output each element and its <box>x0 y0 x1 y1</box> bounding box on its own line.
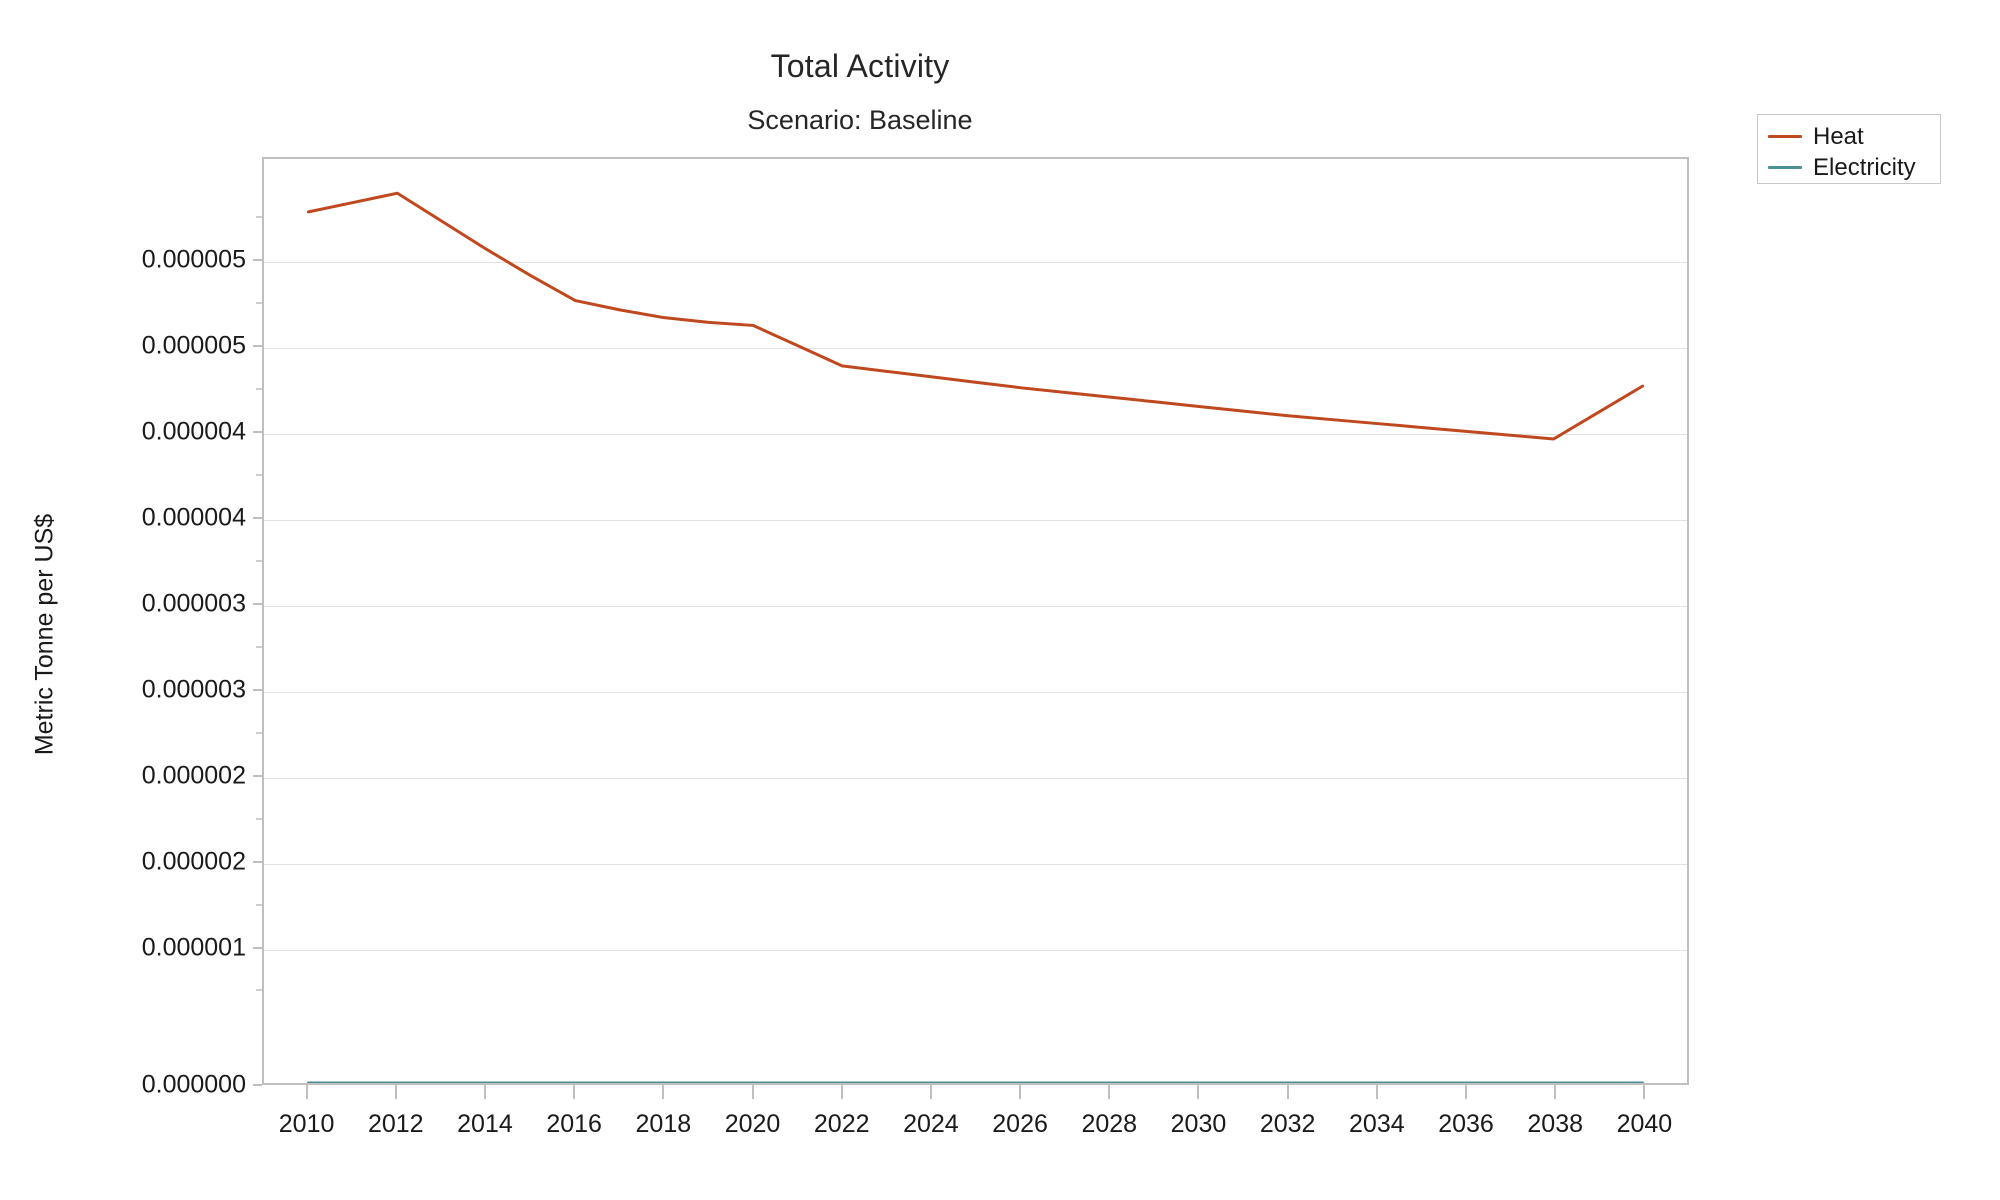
chart-subtitle: Scenario: Baseline <box>747 105 973 135</box>
y-tick-label: 0.000003 <box>141 675 246 704</box>
x-tick-label: 2034 <box>1349 1110 1405 1138</box>
y-tick-label: 0.000004 <box>141 503 246 532</box>
y-tick-mark <box>253 688 262 691</box>
y-tick-mark <box>253 1084 262 1086</box>
chart-page: Total Activity Scenario: Baseline Metric… <box>0 0 2000 1200</box>
y-tick-mark <box>253 946 262 949</box>
x-tick-mark <box>751 1085 754 1099</box>
series-layer <box>306 191 1645 1083</box>
x-tick-mark <box>573 1085 576 1099</box>
y-tick-label: 0.000005 <box>141 331 246 360</box>
x-tick-mark <box>483 1085 486 1099</box>
x-tick-label: 2014 <box>457 1110 513 1138</box>
legend-label: Electricity <box>1813 153 1916 181</box>
x-tick-label: 2040 <box>1616 1110 1673 1138</box>
y-tick-label: 0.000002 <box>141 761 246 790</box>
y-tick-mark <box>253 259 262 262</box>
plot-area <box>262 157 1689 1085</box>
x-tick-label: 2010 <box>278 1110 335 1138</box>
y-tick-mark <box>253 345 262 348</box>
legend-swatch-icon <box>1768 166 1802 169</box>
x-tick-label: 2038 <box>1527 1110 1584 1138</box>
x-tick-mark <box>1375 1085 1378 1099</box>
x-tick-mark <box>1019 1085 1022 1099</box>
y-tick-label: 0.000004 <box>141 417 246 446</box>
x-tick-mark <box>1643 1085 1646 1099</box>
x-tick-label: 2036 <box>1438 1110 1494 1138</box>
y-tick-mark <box>253 774 262 777</box>
legend: Heat Electricity <box>1757 114 1941 184</box>
x-tick-label: 2028 <box>1081 1110 1138 1138</box>
x-tick-mark <box>929 1085 932 1099</box>
x-tick-mark <box>394 1085 397 1099</box>
y-tick-label: 0.000001 <box>141 933 246 962</box>
y-tick-mark <box>253 516 262 519</box>
y-tick-mark <box>253 860 262 863</box>
x-tick-label: 2022 <box>813 1110 870 1138</box>
x-tick-label: 2016 <box>546 1110 602 1138</box>
x-tick-label: 2012 <box>367 1110 424 1138</box>
legend-item-heat[interactable]: Heat <box>1758 121 1940 152</box>
plot-inner <box>264 159 1687 1083</box>
x-tick-mark <box>1108 1085 1111 1099</box>
x-tick-mark <box>1465 1085 1468 1099</box>
legend-label: Heat <box>1813 122 1864 150</box>
series-line <box>306 191 1645 441</box>
y-axis-title: Metric Tonne per US$ <box>30 513 59 756</box>
legend-item-electricity[interactable]: Electricity <box>1758 152 1940 183</box>
x-tick-label: 2026 <box>992 1110 1048 1138</box>
x-tick-mark <box>1554 1085 1557 1099</box>
y-tick-mark <box>253 602 262 605</box>
x-tick-label: 2032 <box>1259 1110 1316 1138</box>
y-tick-label: 0.000002 <box>141 847 246 876</box>
x-tick-mark <box>305 1085 308 1099</box>
x-tick-mark <box>1197 1085 1200 1099</box>
x-tick-label: 2020 <box>724 1110 781 1138</box>
x-tick-label: 2018 <box>635 1110 692 1138</box>
x-tick-label: 2024 <box>903 1110 959 1138</box>
y-tick-mark <box>253 430 262 433</box>
legend-swatch-icon <box>1768 135 1802 138</box>
x-tick-mark <box>1286 1085 1289 1099</box>
y-tick-label: 0.000005 <box>141 245 246 274</box>
y-tick-label: 0.000003 <box>141 589 246 618</box>
chart-title: Total Activity <box>770 48 950 84</box>
x-tick-mark <box>662 1085 665 1099</box>
x-tick-label: 2030 <box>1170 1110 1227 1138</box>
x-tick-mark <box>840 1085 843 1099</box>
y-tick-label: 0.000000 <box>141 1070 246 1099</box>
